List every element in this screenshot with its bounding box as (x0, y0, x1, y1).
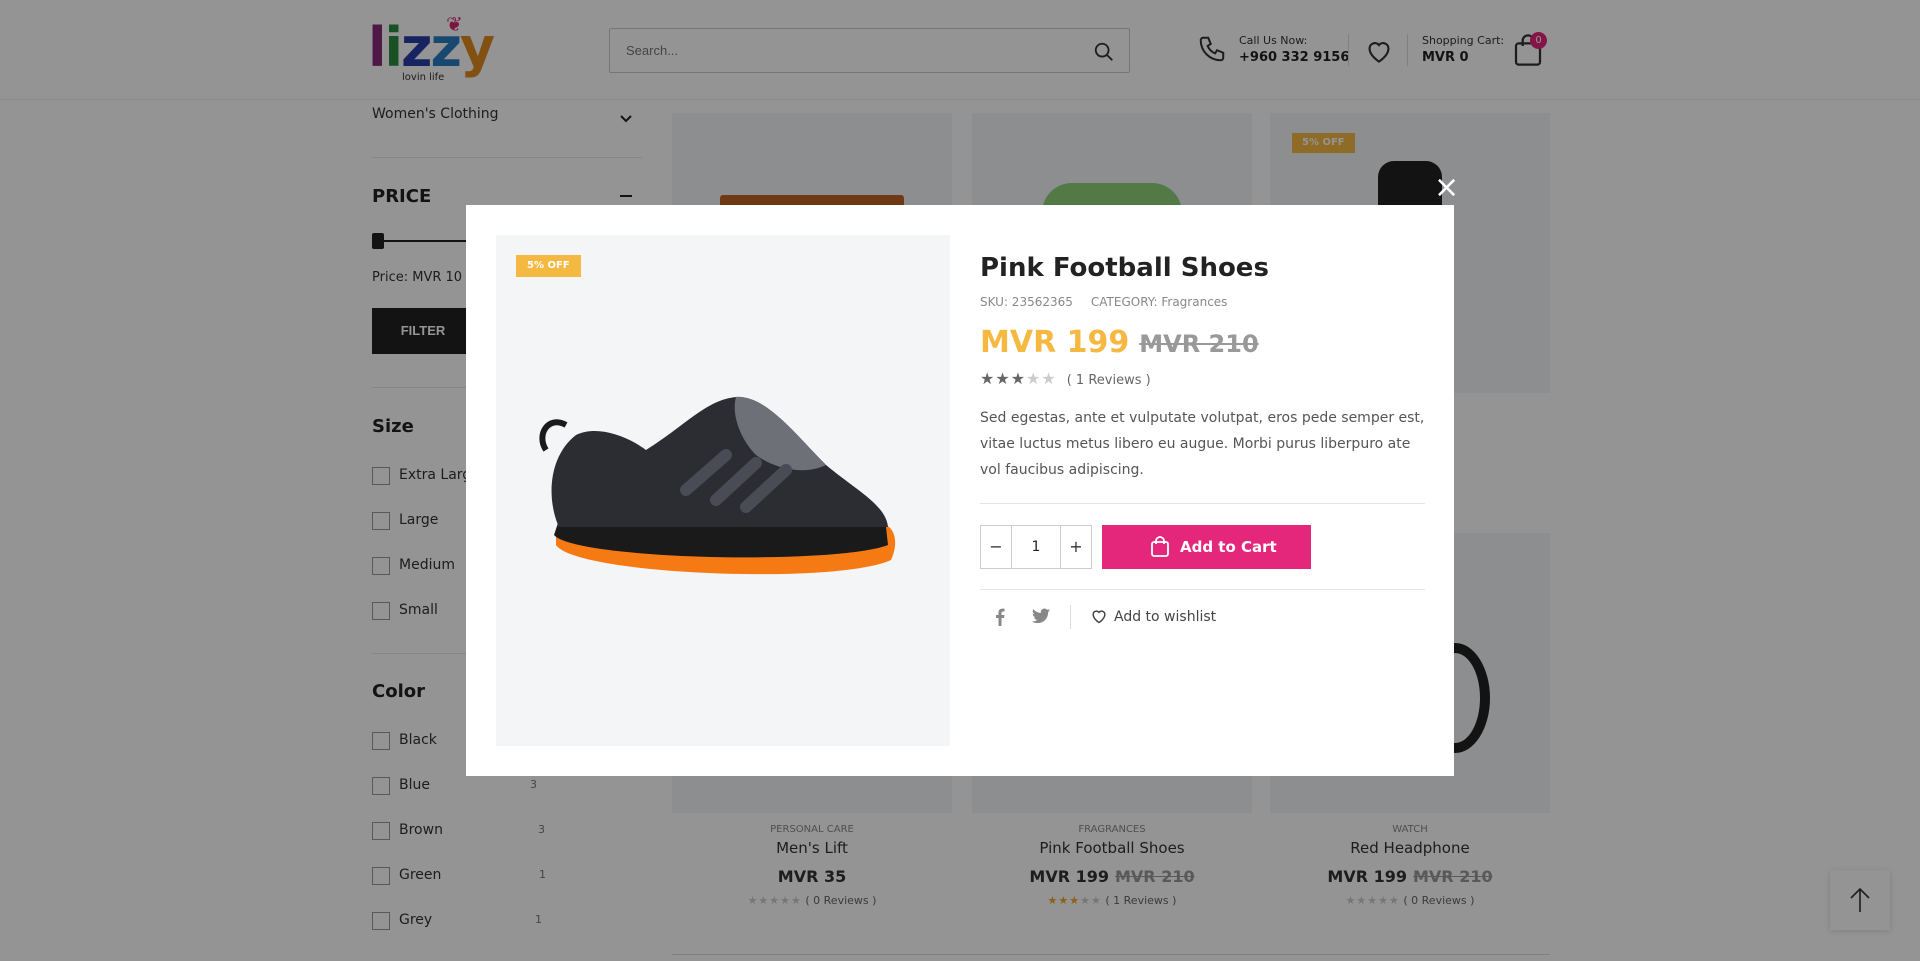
product-sku: SKU: 23562365 (980, 295, 1073, 309)
product-category[interactable]: CATEGORY: Fragrances (1091, 295, 1228, 309)
decrease-quantity-button[interactable]: − (981, 526, 1012, 568)
add-to-cart-label: Add to Cart (1180, 538, 1277, 556)
star-rating: ★★★★★ (980, 369, 1057, 388)
quick-view-modal: 5% OFF Pink Football Shoes SKU: 23562365… (466, 205, 1454, 776)
share-divider (1070, 605, 1071, 629)
quantity-input[interactable] (1012, 526, 1060, 568)
facebook-icon[interactable] (994, 608, 1006, 626)
discount-badge: 5% OFF (516, 255, 581, 277)
product-price-block: MVR 199 MVR 210 (980, 325, 1259, 360)
review-count[interactable]: ( 1 Reviews ) (1067, 373, 1151, 388)
twitter-icon[interactable] (1032, 608, 1050, 624)
product-price: MVR 199 (980, 325, 1130, 360)
product-old-price: MVR 210 (1139, 330, 1259, 358)
close-icon[interactable]: × (1434, 173, 1459, 203)
add-to-cart-button[interactable]: Add to Cart (1102, 525, 1311, 569)
product-meta: SKU: 23562365 CATEGORY: Fragrances (980, 295, 1227, 309)
product-description: Sed egestas, ante et vulputate volutpat,… (980, 410, 1425, 478)
heart-icon (1092, 610, 1106, 624)
product-rating: ★★★★★ ( 1 Reviews ) (980, 369, 1151, 388)
add-to-wishlist-link[interactable]: Add to wishlist (1090, 608, 1216, 625)
divider (980, 589, 1425, 590)
shopping-bag-icon (1151, 536, 1169, 557)
product-title: Pink Football Shoes (980, 253, 1269, 283)
increase-quantity-button[interactable]: + (1060, 526, 1091, 568)
divider (980, 503, 1425, 504)
shoe-image (539, 396, 896, 575)
product-image-panel: 5% OFF (496, 235, 950, 746)
quantity-stepper: − + (980, 525, 1092, 569)
share-row: Add to wishlist (980, 605, 1425, 631)
